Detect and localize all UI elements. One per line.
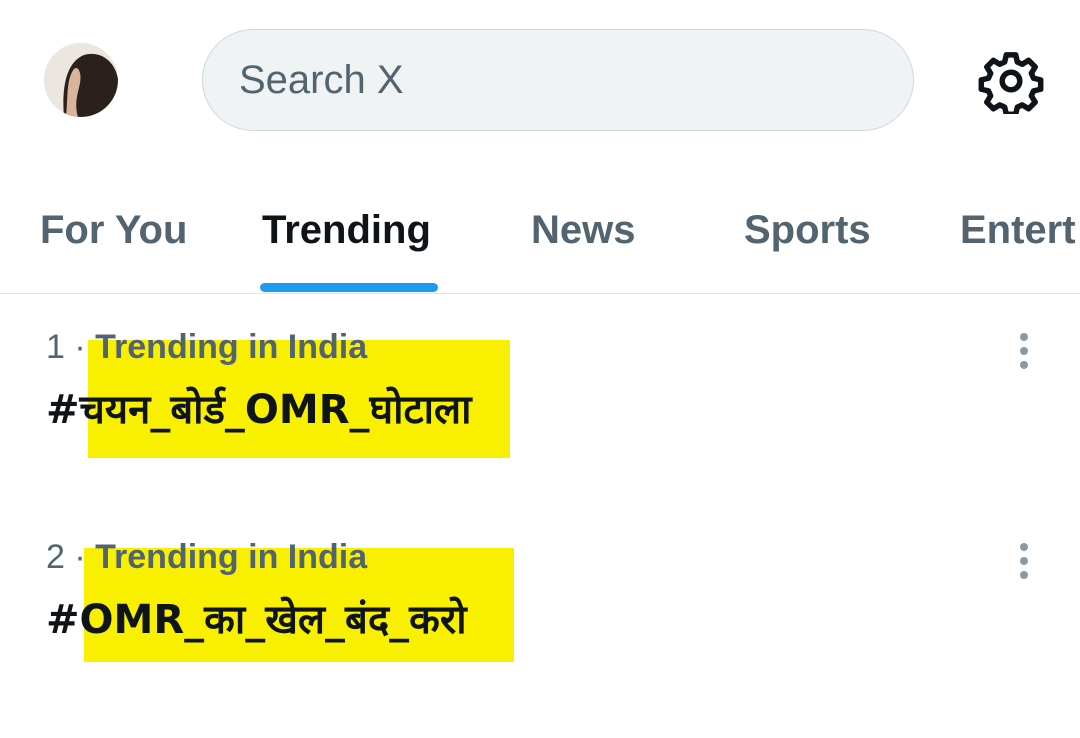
explore-tabs: For You Trending News Sports Entert xyxy=(0,180,1080,294)
search-input[interactable] xyxy=(237,56,913,104)
tab-entertainment[interactable]: Entert xyxy=(960,180,1076,293)
avatar-image xyxy=(44,43,118,117)
avatar[interactable] xyxy=(44,43,118,117)
search-bar[interactable] xyxy=(202,29,914,131)
tab-news[interactable]: News xyxy=(531,180,636,293)
trend-rank: 2 xyxy=(46,538,65,576)
trend-context: Trending in India xyxy=(95,328,368,366)
trend-meta: 2 · Trending in India xyxy=(46,532,367,582)
active-tab-indicator xyxy=(260,283,438,292)
trend-context: Trending in India xyxy=(95,538,368,576)
trend-item[interactable]: 1 · Trending in India #चयन_बोर्ड_OMR_घोट… xyxy=(0,322,1080,522)
more-vertical-icon[interactable] xyxy=(1006,538,1042,588)
trend-separator: · xyxy=(64,328,96,366)
more-vertical-icon[interactable] xyxy=(1006,328,1042,378)
trend-hashtag[interactable]: #OMR_का_खेल_बंद_करो xyxy=(46,590,467,650)
trend-item[interactable]: 2 · Trending in India #OMR_का_खेल_बंद_कर… xyxy=(0,532,1080,732)
trend-rank: 1 xyxy=(46,328,65,366)
trend-separator: · xyxy=(64,538,96,576)
tab-for-you[interactable]: For You xyxy=(40,180,187,293)
tab-sports[interactable]: Sports xyxy=(744,180,871,293)
top-bar xyxy=(0,0,1080,160)
tab-trending[interactable]: Trending xyxy=(262,180,431,293)
trend-hashtag[interactable]: #चयन_बोर्ड_OMR_घोटाला xyxy=(46,380,472,440)
gear-icon[interactable] xyxy=(978,48,1044,118)
trend-meta: 1 · Trending in India xyxy=(46,322,367,372)
